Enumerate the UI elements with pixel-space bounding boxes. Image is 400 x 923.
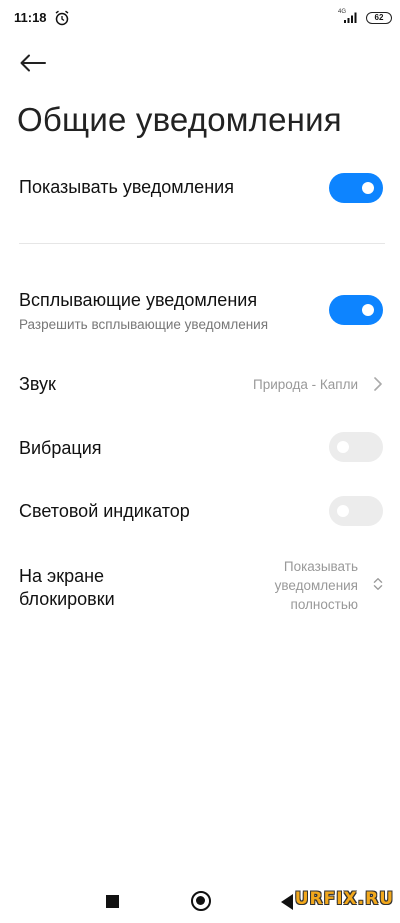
back-button[interactable] bbox=[16, 48, 50, 78]
home-button[interactable] bbox=[191, 891, 211, 911]
setting-label: Показывать уведомления bbox=[19, 177, 234, 197]
sound-value: Природа - Капли bbox=[253, 377, 358, 392]
setting-popup-notifications[interactable]: Всплывающие уведомления Разрешить всплыв… bbox=[0, 284, 400, 338]
chevron-right-icon bbox=[374, 377, 382, 391]
led-indicator-toggle[interactable] bbox=[329, 496, 383, 526]
lock-screen-value-line2: уведомления bbox=[274, 578, 358, 593]
setting-show-notifications[interactable]: Показывать уведомления bbox=[0, 170, 400, 210]
vibration-toggle[interactable] bbox=[329, 432, 383, 462]
setting-label: Световой индикатор bbox=[19, 501, 190, 521]
show-notifications-toggle[interactable] bbox=[329, 173, 383, 203]
battery-level: 62 bbox=[374, 13, 384, 22]
toggle-knob bbox=[337, 505, 349, 517]
nav-back-button[interactable] bbox=[281, 894, 293, 910]
navigation-bar: URFIX.RU bbox=[0, 883, 400, 923]
alarm-icon bbox=[55, 10, 69, 26]
toggle-knob bbox=[362, 304, 374, 316]
divider bbox=[19, 243, 385, 244]
lock-screen-value-line3: полностью bbox=[290, 597, 358, 612]
status-time: 11:18 bbox=[14, 10, 47, 25]
setting-led-indicator[interactable]: Световой индикатор bbox=[0, 492, 400, 532]
setting-sublabel: Разрешить всплывающие уведомления bbox=[19, 317, 269, 332]
setting-sound[interactable]: Звук Природа - Капли bbox=[0, 364, 400, 404]
setting-label-line2: блокировки bbox=[19, 589, 115, 609]
lock-screen-value-line1: Показывать bbox=[283, 559, 358, 574]
toggle-knob bbox=[337, 441, 349, 453]
toggle-knob bbox=[362, 182, 374, 194]
setting-label: Вибрация bbox=[19, 438, 102, 458]
status-bar: 11:18 4G 62 bbox=[0, 0, 400, 38]
setting-label: Звук bbox=[19, 374, 56, 394]
setting-lock-screen[interactable]: На экране блокировки Показывать уведомле… bbox=[0, 556, 400, 618]
battery-indicator: 62 bbox=[366, 12, 392, 24]
chevron-up-down-icon bbox=[373, 578, 383, 590]
page-title: Общие уведомления bbox=[17, 101, 342, 138]
setting-vibration[interactable]: Вибрация bbox=[0, 428, 400, 468]
recents-button[interactable] bbox=[106, 895, 119, 908]
signal-icon bbox=[344, 12, 357, 23]
watermark: URFIX.RU bbox=[294, 889, 394, 909]
arrow-left-icon bbox=[20, 54, 46, 72]
setting-label: Всплывающие уведомления bbox=[19, 290, 258, 310]
setting-label-line1: На экране bbox=[19, 566, 105, 586]
popup-notifications-toggle[interactable] bbox=[329, 295, 383, 325]
